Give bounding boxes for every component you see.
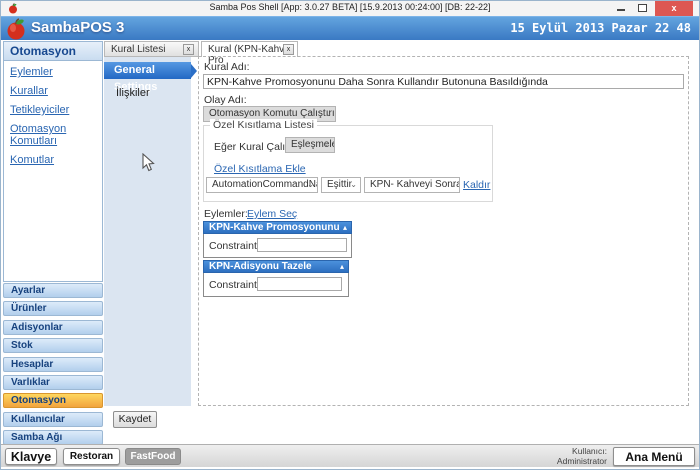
tab-general-settings[interactable]: General Settings	[104, 62, 191, 79]
sidebar-link-kurallar[interactable]: Kurallar	[4, 80, 102, 99]
sidebar-item-ayarlar[interactable]: Ayarlar	[3, 283, 103, 298]
window-title: Samba Pos Shell [App: 3.0.27 BETA] [15.9…	[1, 2, 699, 12]
constraint-operator-select[interactable]: Eşittir ⌄	[321, 177, 361, 193]
app-window: Samba Pos Shell [App: 3.0.27 BETA] [15.9…	[0, 0, 700, 470]
chevron-down-icon: ⌄	[324, 138, 331, 152]
rule-form: Kural Adı: Olay Adı: Otomasyon Komutu Ça…	[198, 56, 689, 406]
collapse-up-icon[interactable]: ▴	[340, 261, 344, 273]
current-user: Kullanıcı: Administrator	[557, 447, 607, 466]
action-header[interactable]: KPN-Adisyonu Tazele ▴	[203, 260, 349, 273]
action-body: Constraint:	[203, 234, 352, 258]
action-body: Constraint:	[203, 273, 349, 297]
action-panel: KPN-Kahve Promosyonunu Kapat ▴ Constrain…	[203, 221, 352, 258]
action-panel: KPN-Adisyonu Tazele ▴ Constraint:	[203, 260, 349, 297]
chevron-down-icon: ⌄	[350, 178, 357, 192]
sidebar-link-komutlar[interactable]: Komutlar	[4, 149, 102, 168]
sidebar-link-tetikleyiciler[interactable]: Tetikleyiciler	[4, 99, 102, 118]
match-select[interactable]: Eşleşmeler ⌄	[285, 137, 335, 153]
remove-constraint-link[interactable]: Kaldır	[463, 179, 490, 191]
collapse-up-icon[interactable]: ▴	[343, 222, 347, 234]
fastfood-button[interactable]: FastFood	[125, 448, 181, 465]
action-constraint-input[interactable]	[257, 238, 347, 252]
user-name: Administrator	[557, 457, 607, 467]
rule-name-input[interactable]	[203, 74, 684, 89]
event-name-value: Otomasyon Komutu Çalıştırıldı	[209, 108, 336, 119]
app-title: SambaPOS 3	[31, 19, 124, 36]
tab-iliskiler[interactable]: İlişkiler	[104, 87, 191, 103]
sidebar-item-varliklar[interactable]: Varlıklar	[3, 375, 103, 390]
title-bar: Samba Pos Shell [App: 3.0.27 BETA] [15.9…	[1, 1, 699, 16]
sidebar-item-samba-agi[interactable]: Samba Ağı	[3, 430, 103, 445]
constraint-value-select[interactable]: KPN- Kahveyi Sonra Ver ⌄	[364, 177, 460, 193]
restoran-button[interactable]: Restoran	[63, 448, 120, 465]
constraint-field-select[interactable]: AutomationCommandName ⌄	[206, 177, 318, 193]
actions-label: Eylemler:	[204, 208, 248, 220]
add-constraint-link[interactable]: Özel Kısıtlama Ekle	[214, 163, 306, 175]
action-header[interactable]: KPN-Kahve Promosyonunu Kapat ▴	[203, 221, 352, 234]
constraint-label: Constraint:	[209, 279, 260, 291]
constraint-label: Constraint:	[209, 240, 260, 252]
app-header: SambaPOS 3 15 Eylül 2013 Pazar 22 48	[1, 16, 699, 40]
chevron-down-icon: ⌄	[449, 178, 456, 192]
status-bar: Klavye Restoran FastFood Kullanıcı: Admi…	[1, 444, 699, 467]
settings-tab-column: General Settings İlişkiler	[104, 57, 191, 406]
sidebar-item-kullanicilar[interactable]: Kullanıcılar	[3, 412, 103, 427]
constraint-field-value: AutomationCommandName	[212, 179, 318, 190]
chevron-down-icon: ⌄	[325, 107, 332, 121]
maximize-icon[interactable]	[638, 4, 647, 12]
sidebar-section-title: Otomasyon	[4, 42, 102, 61]
select-action-link[interactable]: Eylem Seç	[247, 208, 297, 220]
constraint-group-title: Özel Kısıtlama Listesi	[210, 119, 317, 131]
sidebar-item-stok[interactable]: Stok	[3, 338, 103, 353]
tab-kural-listesi[interactable]: Kural Listesi x	[104, 41, 199, 57]
sidebar-link-eylemler[interactable]: Eylemler	[4, 61, 102, 80]
action-title: KPN-Adisyonu Tazele	[209, 261, 312, 272]
minimize-icon[interactable]	[617, 9, 625, 11]
save-button[interactable]: Kaydet	[113, 411, 157, 428]
apple-logo-icon	[6, 18, 26, 40]
close-tab-icon[interactable]: x	[183, 44, 194, 55]
sidebar-item-otomasyon[interactable]: Otomasyon	[3, 393, 103, 408]
close-icon[interactable]: x	[655, 1, 693, 16]
close-tab-icon[interactable]: x	[283, 44, 294, 55]
constraint-value-value: KPN- Kahveyi Sonra Ver	[370, 179, 460, 190]
header-datetime: 15 Eylül 2013 Pazar 22 48	[510, 21, 691, 35]
mouse-cursor	[142, 153, 155, 172]
tab-kural-kpn-kahve[interactable]: Kural (KPN-Kahve Pro x	[201, 41, 298, 57]
sidebar-link-otomasyon-komutlari[interactable]: Otomasyon Komutları	[4, 118, 102, 149]
event-name-label: Olay Adı:	[204, 94, 247, 106]
sidebar-item-hesaplar[interactable]: Hesaplar	[3, 357, 103, 372]
sidebar-accordion: Ayarlar Ürünler Adisyonlar Stok Hesaplar…	[3, 283, 103, 449]
main-menu-button[interactable]: Ana Menü	[613, 447, 695, 466]
tab-label: Kural Listesi	[111, 44, 165, 55]
keyboard-button[interactable]: Klavye	[5, 448, 57, 465]
action-constraint-input[interactable]	[257, 277, 342, 291]
sidebar-item-urunler[interactable]: Ürünler	[3, 301, 103, 316]
rule-name-label: Kural Adı:	[204, 61, 250, 73]
sidebar-item-adisyonlar[interactable]: Adisyonlar	[3, 320, 103, 335]
sidebar-nav-panel: Otomasyon Eylemler Kurallar Tetikleyicil…	[3, 41, 103, 282]
constraint-group: Özel Kısıtlama Listesi Eğer Kural Çalışı…	[203, 125, 493, 202]
chevron-down-icon: ⌄	[307, 178, 314, 192]
constraint-operator-value: Eşittir	[327, 179, 352, 190]
